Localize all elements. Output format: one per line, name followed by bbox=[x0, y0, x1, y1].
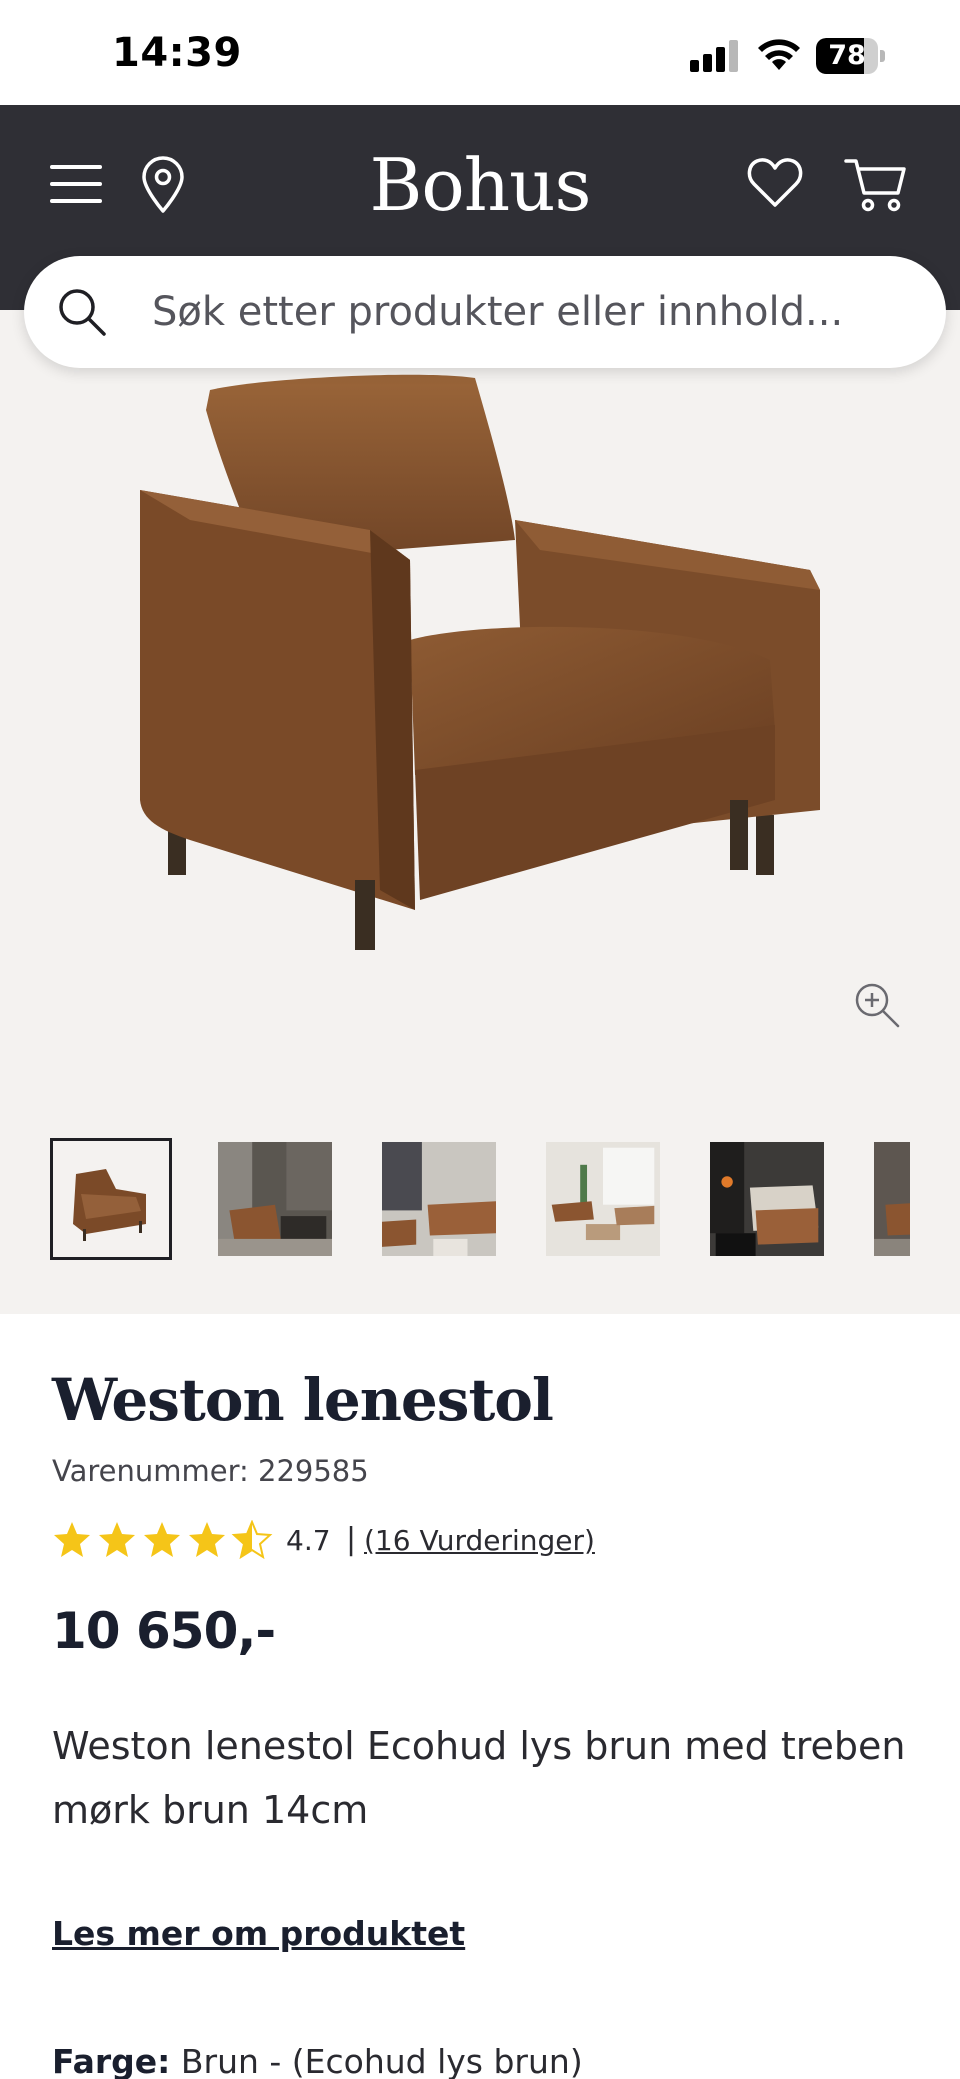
rating-stars-icon bbox=[54, 1521, 271, 1558]
product-rating: 4.7 | (16 Vurderinger) bbox=[52, 1520, 812, 1564]
thumbnail-2[interactable] bbox=[214, 1138, 336, 1260]
read-more-link[interactable]: Les mer om produktet bbox=[52, 1914, 465, 1953]
color-selector-row[interactable]: Farge: Brun - (Ecohud lys brun) bbox=[52, 2042, 583, 2079]
thumbnail-strip bbox=[50, 1138, 910, 1262]
wifi-icon bbox=[758, 39, 800, 70]
product-title: Weston lenestol bbox=[52, 1366, 554, 1434]
battery-icon: 78 bbox=[816, 38, 886, 74]
rating-separator: | bbox=[346, 1522, 357, 1557]
product-main-image[interactable] bbox=[130, 370, 830, 950]
thumbnail-3[interactable] bbox=[378, 1138, 500, 1260]
battery-level: 78 bbox=[828, 40, 866, 71]
color-label: Farge: bbox=[52, 2042, 171, 2079]
bohus-logo[interactable]: Bohus bbox=[0, 143, 960, 227]
reviews-link[interactable]: (16 Vurderinger) bbox=[364, 1524, 595, 1557]
search-bar[interactable] bbox=[24, 256, 946, 368]
search-icon bbox=[59, 289, 106, 336]
product-gallery bbox=[0, 310, 960, 1314]
thumbnail-1[interactable] bbox=[50, 1138, 172, 1260]
product-price: 10 650,- bbox=[52, 1602, 276, 1660]
thumbnail-4[interactable] bbox=[542, 1138, 664, 1260]
cart-icon[interactable] bbox=[844, 155, 908, 213]
cellular-signal-icon bbox=[690, 38, 742, 72]
thumbnail-5[interactable] bbox=[706, 1138, 828, 1260]
status-time: 14:39 bbox=[112, 30, 242, 76]
status-bar: 14:39 78 bbox=[0, 0, 960, 105]
color-value: Brun - (Ecohud lys brun) bbox=[180, 2042, 583, 2079]
zoom-in-icon[interactable] bbox=[852, 980, 902, 1030]
thumbnail-6[interactable] bbox=[870, 1138, 910, 1260]
search-input[interactable] bbox=[152, 280, 912, 344]
product-sku: Varenummer: 229585 bbox=[52, 1454, 369, 1488]
heart-icon[interactable] bbox=[746, 155, 804, 211]
rating-value: 4.7 bbox=[286, 1524, 331, 1557]
product-description: Weston lenestol Ecohud lys brun med treb… bbox=[52, 1724, 906, 1832]
